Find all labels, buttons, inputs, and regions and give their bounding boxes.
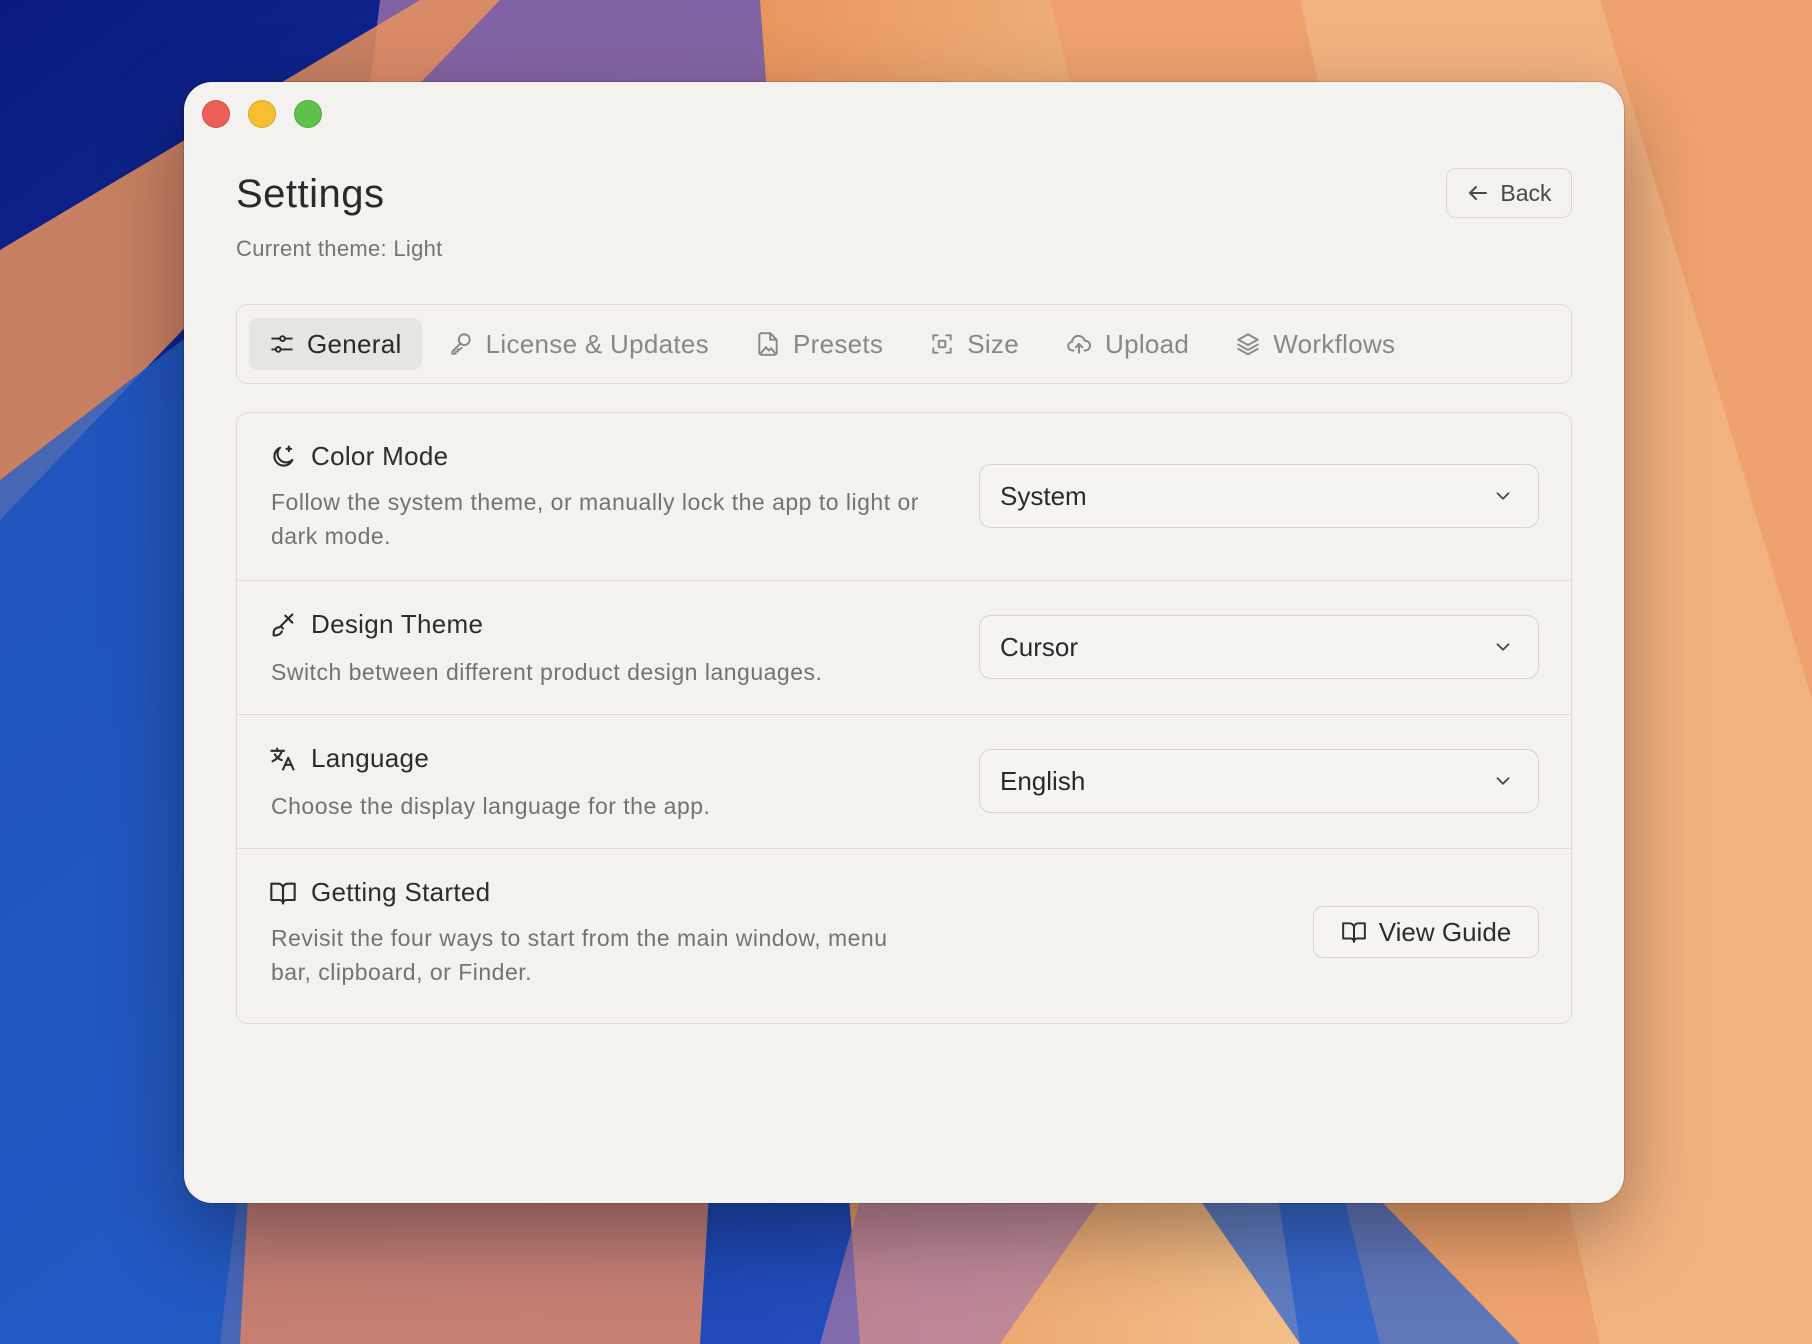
book-open-icon (270, 882, 296, 905)
setting-description: Choose the display language for the app. (271, 793, 711, 819)
key-icon (450, 333, 471, 355)
back-button[interactable]: Back (1446, 168, 1572, 218)
design-theme-select[interactable]: Cursor (979, 615, 1539, 679)
setting-header: Language (269, 743, 429, 774)
tab-label: Presets (792, 328, 884, 359)
settings-tabs: General License & Updates Presets Size U… (236, 304, 1572, 384)
minimize-window-button[interactable] (248, 100, 276, 128)
resize-icon (932, 334, 952, 354)
select-value: English (1000, 765, 1086, 796)
cloud-upload-icon (1067, 334, 1091, 354)
general-settings-panel: Color Mode Follow the system theme, or m… (236, 412, 1572, 1024)
book-open-icon (1341, 922, 1366, 943)
tab-label: Workflows (1273, 328, 1396, 359)
file-image-icon (758, 332, 778, 356)
tab-label: Size (967, 328, 1019, 359)
setting-description: Revisit the four ways to start from the … (271, 925, 888, 985)
chevron-down-icon (1496, 777, 1510, 785)
setting-row-language: Language Choose the display language for… (237, 715, 1571, 849)
chevron-down-icon (1496, 492, 1510, 500)
tab-upload[interactable]: Upload (1045, 318, 1209, 370)
current-theme-label: Current theme: Light (236, 236, 443, 261)
language-select[interactable]: English (979, 749, 1539, 813)
window-controls (202, 100, 322, 128)
page-title: Settings (236, 172, 385, 216)
arrow-left-icon (1469, 186, 1488, 200)
maximize-window-button[interactable] (294, 100, 322, 128)
setting-row-design-theme: Design Theme Switch between different pr… (237, 581, 1571, 715)
tab-label: Upload (1105, 328, 1190, 359)
setting-description: Switch between different product design … (271, 659, 823, 685)
translate-icon (270, 746, 295, 771)
view-guide-label: View Guide (1378, 916, 1512, 947)
select-value: Cursor (1000, 631, 1079, 662)
tab-general[interactable]: General (249, 318, 422, 370)
tab-presets[interactable]: Presets (735, 318, 903, 370)
select-value: System (1000, 480, 1087, 511)
setting-title: Color Mode (311, 441, 449, 471)
setting-header: Color Mode (269, 441, 448, 472)
setting-title: Language (311, 743, 430, 773)
layers-icon (1237, 333, 1259, 356)
setting-row-color-mode: Color Mode Follow the system theme, or m… (237, 413, 1571, 581)
tab-workflows[interactable]: Workflows (1215, 318, 1415, 370)
color-mode-select[interactable]: System (979, 464, 1539, 528)
setting-header: Design Theme (269, 609, 483, 640)
tab-label: License & Updates (485, 328, 709, 359)
settings-window: Settings Current theme: Light Back Gener… (184, 82, 1624, 1203)
back-button-label: Back (1500, 179, 1552, 206)
tab-license-updates[interactable]: License & Updates (428, 318, 729, 370)
brush-icon (272, 612, 294, 637)
tab-label: General (307, 328, 402, 359)
setting-header: Getting Started (269, 877, 490, 908)
sliders-icon (271, 335, 293, 353)
setting-description: Follow the system theme, or manually loc… (271, 489, 919, 549)
setting-row-getting-started: Getting Started Revisit the four ways to… (237, 849, 1571, 1023)
close-window-button[interactable] (202, 100, 230, 128)
chevron-down-icon (1496, 643, 1510, 651)
view-guide-button[interactable]: View Guide (1313, 906, 1539, 958)
setting-title: Design Theme (311, 609, 484, 639)
moon-sparkle-icon (273, 444, 294, 467)
setting-title: Getting Started (311, 877, 491, 907)
tab-size[interactable]: Size (909, 318, 1039, 370)
